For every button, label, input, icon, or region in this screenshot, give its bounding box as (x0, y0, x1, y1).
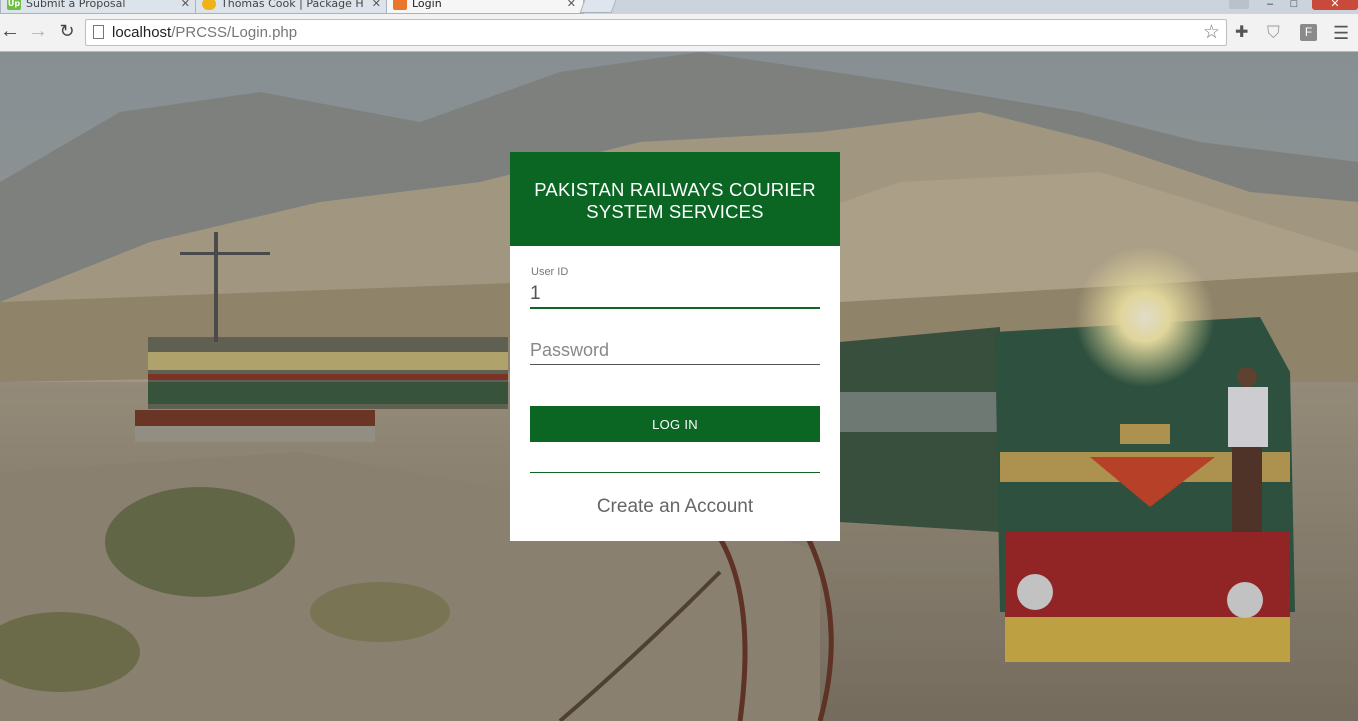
address-bar[interactable]: localhost/PRCSS/Login.php ☆ (85, 19, 1227, 46)
login-button[interactable]: LOG IN (530, 406, 820, 442)
close-tab-icon[interactable]: ✕ (567, 0, 576, 10)
page-icon (93, 25, 104, 39)
user-id-input[interactable] (530, 281, 820, 309)
shield-icon[interactable]: ⛉ (1267, 23, 1280, 43)
browser-tab-strip: Up Submit a Proposal ✕ Thomas Cook | Pac… (0, 0, 1358, 14)
arrow-left-icon[interactable]: ← (0, 20, 22, 44)
tab-login[interactable]: Login ✕ (386, 0, 584, 14)
url-path: /PRCSS/Login.php (171, 24, 298, 41)
minimize-button[interactable]: – (1260, 0, 1280, 10)
url-host: localhost (112, 24, 172, 41)
tab-title: Submit a Proposal (26, 0, 126, 10)
puzzle-icon[interactable]: ✚ (1235, 23, 1248, 43)
hamburger-menu-icon[interactable]: ☰ (1333, 23, 1349, 43)
arrow-right-icon[interactable]: → (26, 20, 50, 44)
app-title-line2: SYSTEM SERVICES (586, 201, 764, 222)
new-tab-button[interactable] (579, 0, 617, 13)
url-text[interactable]: localhost/PRCSS/Login.php (112, 24, 297, 41)
login-card: PAKISTAN RAILWAYS COURIER SYSTEM SERVICE… (510, 152, 840, 541)
login-page: PAKISTAN RAILWAYS COURIER SYSTEM SERVICE… (0, 52, 1358, 721)
password-input[interactable] (530, 337, 820, 365)
xampp-favicon-icon (393, 0, 407, 10)
create-account-link[interactable]: Create an Account (510, 496, 840, 518)
browser-toolbar: ← → ↻ localhost/PRCSS/Login.php ☆ ✚ ⛉ F … (0, 14, 1358, 52)
close-window-button[interactable]: ✕ (1312, 0, 1358, 10)
thomas-cook-favicon-icon (202, 0, 216, 10)
star-icon[interactable]: ☆ (1203, 21, 1220, 44)
close-tab-icon[interactable]: ✕ (372, 0, 381, 10)
card-header: PAKISTAN RAILWAYS COURIER SYSTEM SERVICE… (510, 152, 840, 246)
f-extension-icon[interactable]: F (1300, 24, 1317, 41)
tab-title: Login (412, 0, 442, 10)
reload-icon[interactable]: ↻ (55, 20, 79, 44)
tab-submit-proposal[interactable]: Up Submit a Proposal ✕ (0, 0, 198, 14)
upwork-favicon-icon: Up (7, 0, 21, 10)
user-id-label: User ID (531, 266, 569, 278)
profile-icon[interactable] (1229, 0, 1249, 9)
divider (530, 472, 820, 473)
app-title-line1: PAKISTAN RAILWAYS COURIER (534, 179, 816, 200)
tab-thomas-cook[interactable]: Thomas Cook | Package H ✕ (195, 0, 389, 14)
close-tab-icon[interactable]: ✕ (181, 0, 190, 10)
tab-title: Thomas Cook | Package H (221, 0, 364, 10)
maximize-button[interactable]: □ (1284, 0, 1304, 10)
